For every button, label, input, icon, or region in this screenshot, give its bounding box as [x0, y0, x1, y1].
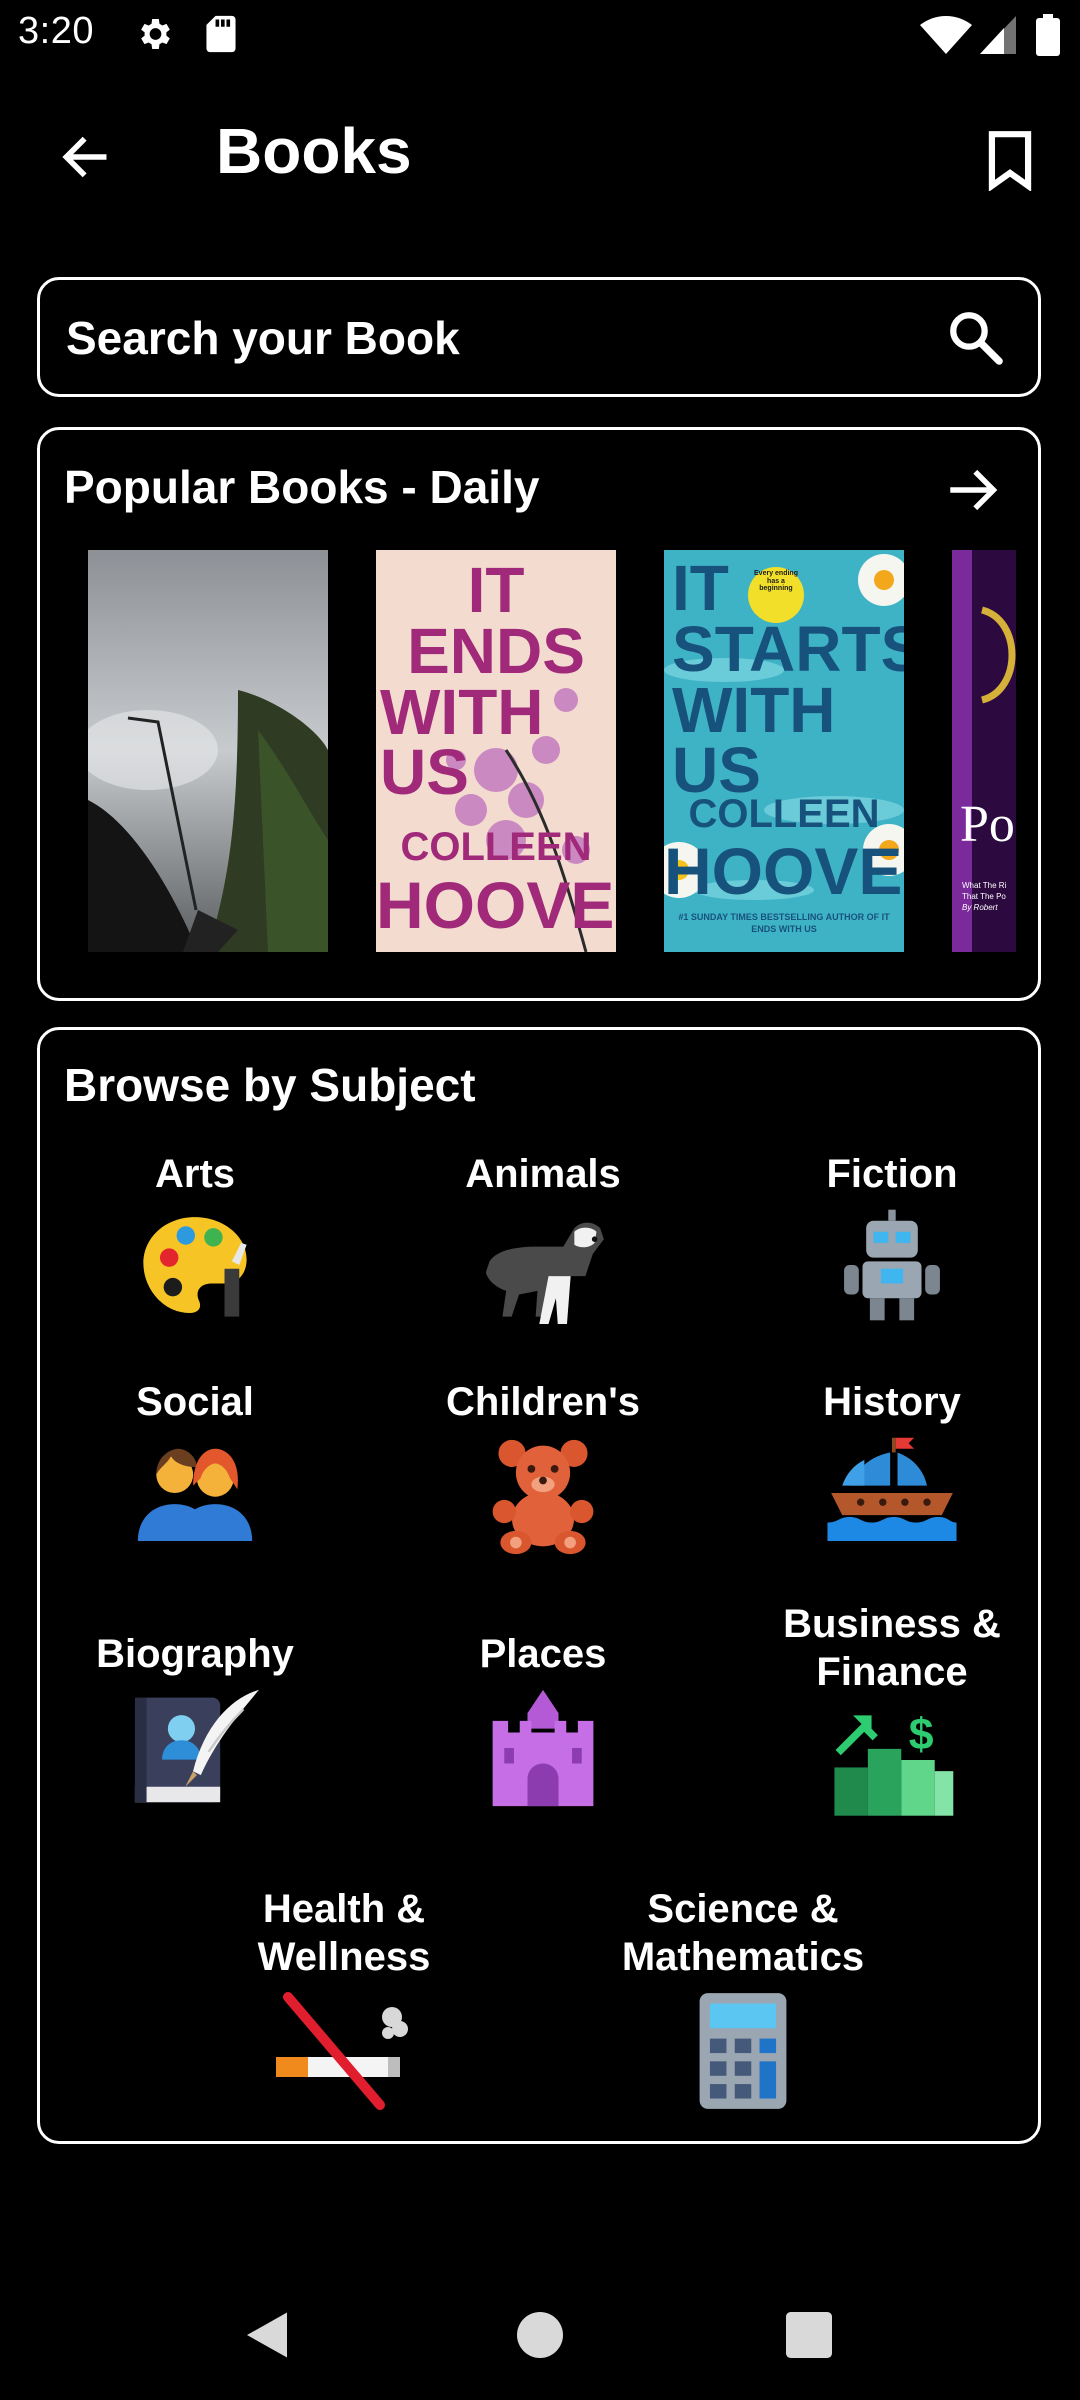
subject-history[interactable]: History — [742, 1378, 1042, 1552]
search-icon — [950, 312, 1003, 365]
top-app-bar: Books — [0, 100, 1080, 210]
arrow-right-icon — [950, 469, 998, 511]
subject-arts[interactable]: Arts — [45, 1150, 345, 1324]
cover-tagline-line: By Robert — [962, 903, 998, 913]
search-bar — [37, 277, 1041, 397]
robot-icon — [844, 1209, 940, 1321]
page-title: Books — [216, 115, 412, 187]
subject-label: History — [823, 1380, 961, 1424]
cover-title-line: STARTS — [672, 612, 904, 685]
subject-label: Fiction — [826, 1152, 958, 1196]
subject-business-finance[interactable]: Business & Finance $ — [742, 1600, 1042, 1816]
subject-label-line: Finance — [816, 1650, 968, 1694]
browse-title: Browse by Subject — [64, 1059, 476, 1111]
cover-author-line: COLLEEN — [400, 825, 592, 869]
cover-author-line: COLLEEN — [688, 792, 880, 836]
nav-recents-button[interactable] — [774, 2300, 844, 2370]
subject-childrens[interactable]: Children's — [393, 1378, 693, 1558]
system-navigation-bar — [0, 2260, 1080, 2400]
browse-by-subject-card: Browse by Subject Arts Animals Fiction S… — [37, 1027, 1041, 2144]
subject-label-line: Health & — [262, 1887, 426, 1931]
no-smoking-icon — [276, 1992, 408, 2110]
subject-label-line: Wellness — [257, 1935, 431, 1979]
teddy-bear-icon — [492, 1439, 594, 1555]
cover-tagline-line: That The Po — [962, 892, 1006, 902]
popular-books-carousel[interactable]: IT ENDS WITH US COLLEEN HOOVER Every end… — [88, 550, 1016, 952]
cover-tagline: #1 SUNDAY TIMES BESTSELLING AUTHOR OF IT… — [678, 912, 890, 934]
subject-label: Health & Wellness — [194, 1885, 494, 1981]
nav-recents-square-icon — [786, 2312, 832, 2358]
journal-quill-icon — [134, 1689, 259, 1803]
nav-back-button[interactable] — [232, 2300, 302, 2370]
cover-title-line: WITH — [380, 675, 544, 748]
subject-label: Business & Finance — [742, 1600, 1042, 1696]
book-cover-it-starts-with-us[interactable]: Every ending has a beginning IT STARTS W… — [664, 550, 904, 952]
sd-card-icon — [203, 14, 239, 59]
dollar-sign-glyph: $ — [909, 1710, 934, 1759]
status-time: 3:20 — [18, 10, 94, 52]
subject-label: Social — [136, 1380, 254, 1424]
subject-label: Arts — [154, 1152, 236, 1196]
cover-title-fragment: Po — [960, 796, 1015, 853]
people-icon — [137, 1448, 253, 1541]
wifi-icon — [920, 16, 972, 59]
status-bar: 3:20 — [0, 0, 1080, 72]
bookmark-icon — [988, 131, 1032, 191]
settings-gear-icon — [134, 14, 174, 59]
subject-label: Animals — [465, 1152, 621, 1196]
subject-label-line: Science & — [647, 1887, 839, 1931]
subject-label-line: Mathematics — [621, 1935, 865, 1979]
nav-home-circle-icon — [517, 2312, 563, 2358]
ship-icon — [827, 1437, 957, 1541]
arrow-left-icon — [62, 136, 107, 178]
cover-author-line: HOOVER — [664, 834, 904, 908]
subject-label: Children's — [446, 1380, 640, 1424]
see-all-popular-button[interactable] — [938, 460, 1008, 520]
subject-health-wellness[interactable]: Health & Wellness — [194, 1885, 494, 2113]
popular-books-title: Popular Books - Daily — [64, 461, 540, 513]
cover-title-line: IT — [672, 552, 729, 624]
bookmarks-button[interactable] — [975, 120, 1045, 200]
cellular-signal-icon — [980, 16, 1016, 59]
book-cover-it-ends-with-us[interactable]: IT ENDS WITH US COLLEEN HOOVER — [376, 550, 616, 952]
cover-author-line: HOOVER — [376, 868, 616, 942]
nav-back-triangle-icon — [247, 2312, 287, 2358]
growth-chart-icon: $ — [834, 1710, 954, 1816]
nav-home-button[interactable] — [505, 2300, 575, 2370]
search-button[interactable] — [942, 304, 1008, 370]
dog-icon — [485, 1222, 604, 1324]
calculator-icon — [699, 1993, 787, 2109]
cover-tagline-line: What The Ri — [962, 881, 1007, 890]
subject-label: Science & Mathematics — [593, 1885, 893, 1981]
subject-fiction[interactable]: Fiction — [742, 1150, 1042, 1324]
cover-title-line: US — [380, 736, 469, 809]
cover-title-line: WITH US — [672, 673, 836, 807]
subject-places[interactable]: Places — [393, 1630, 693, 1810]
subject-label: Biography — [96, 1632, 294, 1676]
palette-icon — [143, 1217, 247, 1317]
subject-science-mathematics[interactable]: Science & Mathematics — [593, 1885, 893, 2113]
book-cover-photo[interactable] — [88, 550, 328, 952]
book-cover-partial[interactable]: Po What The Ri That The Po By Robert — [952, 550, 1016, 952]
popular-books-card: Popular Books - Daily IT ENDS WITH US CO… — [37, 427, 1041, 1001]
back-button[interactable] — [50, 122, 120, 192]
subject-label-line: Business & — [783, 1602, 1001, 1646]
castle-icon — [492, 1689, 594, 1807]
search-input[interactable] — [64, 302, 948, 374]
subject-label: Places — [479, 1632, 607, 1676]
subject-biography[interactable]: Biography — [45, 1630, 345, 1810]
battery-icon — [1036, 14, 1060, 61]
subject-social[interactable]: Social — [45, 1378, 345, 1552]
subject-animals[interactable]: Animals — [393, 1150, 693, 1324]
cover-title-line: IT ENDS — [407, 554, 585, 687]
